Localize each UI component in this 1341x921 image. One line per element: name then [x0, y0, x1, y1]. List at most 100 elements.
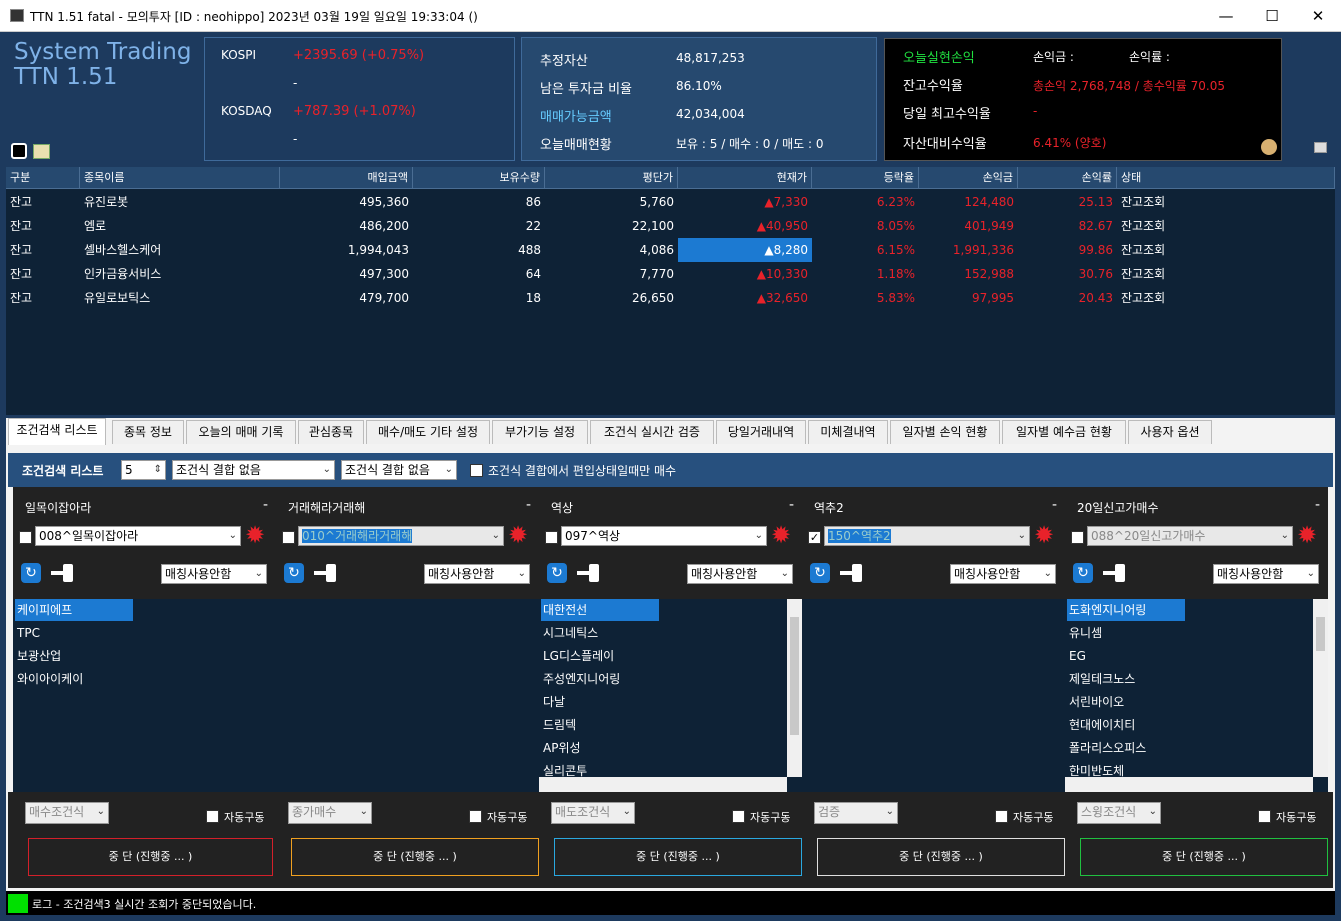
condition-checkbox[interactable]: [545, 531, 558, 544]
refresh-icon[interactable]: ↻: [810, 563, 830, 583]
tab-trade-log[interactable]: 오늘의 매매 기록: [186, 420, 296, 444]
table-row[interactable]: 잔고 유진로봇 495,360 86 5,760 ▲7,330 6.23% 124,480 25…: [6, 190, 1335, 214]
list-item[interactable]: 현대에이치티: [1067, 714, 1135, 736]
grid-header-cell[interactable]: 현재가: [678, 167, 812, 189]
matching-select[interactable]: 매칭사용안함 ⌄: [161, 564, 267, 584]
list-item[interactable]: 드림텍: [541, 714, 576, 736]
minimize-button[interactable]: —: [1203, 0, 1249, 32]
grid-header-cell[interactable]: 종목이름: [80, 167, 280, 189]
grid-header-cell[interactable]: 상태: [1117, 167, 1335, 189]
tab-condition-list[interactable]: 조건검색 리스트: [8, 418, 106, 445]
list-item[interactable]: 시그네틱스: [541, 622, 598, 644]
result-list[interactable]: [276, 599, 539, 792]
grid-header-cell[interactable]: 매입금액: [280, 167, 413, 189]
collapse-button[interactable]: -: [1052, 497, 1057, 513]
order-type-select[interactable]: 매도조건식 ⌄: [551, 802, 635, 824]
count-spinner[interactable]: 5 ⇕: [121, 460, 166, 480]
list-item[interactable]: 대한전선: [541, 599, 659, 621]
list-item[interactable]: 도화엔지니어링: [1067, 599, 1185, 621]
list-item[interactable]: 제일테크노스: [1067, 668, 1135, 690]
result-list[interactable]: 대한전선 시그네틱스 LG디스플레이 주성엔지니어링 다날 드림텍 AP위성 실리콘투: [539, 599, 802, 792]
refresh-icon[interactable]: ↻: [21, 563, 41, 583]
list-item[interactable]: 보광산업: [15, 645, 61, 667]
toggle-slider[interactable]: [1103, 564, 1127, 582]
horizontal-scrollbar[interactable]: [1065, 777, 1313, 792]
table-row[interactable]: 잔고 유일로보틱스 479,700 18 26,650 ▲32,650 5.83% 97,99…: [6, 286, 1335, 310]
matching-select[interactable]: 매칭사용안함 ⌄: [950, 564, 1056, 584]
print-icon[interactable]: [1314, 142, 1327, 153]
list-item[interactable]: 주성엔지니어링: [541, 668, 620, 690]
table-row[interactable]: 잔고 인카금융서비스 497,300 64 7,770 ▲10,330 1.18% 152,9…: [6, 262, 1335, 286]
tab-trade-settings[interactable]: 매수/매도 기타 설정: [366, 420, 490, 444]
settings-gear-icon[interactable]: ✹: [245, 523, 265, 547]
auto-run-checkbox[interactable]: [1258, 810, 1271, 823]
auto-run-checkbox[interactable]: [206, 810, 219, 823]
palette-icon[interactable]: [1261, 139, 1277, 155]
result-list[interactable]: [802, 599, 1065, 792]
list-item[interactable]: 폴라리스오피스: [1067, 737, 1146, 759]
tab-daily-trades[interactable]: 당일거래내역: [716, 420, 806, 444]
list-item[interactable]: 다날: [541, 691, 565, 713]
toggle-slider[interactable]: [577, 564, 601, 582]
list-item[interactable]: LG디스플레이: [541, 645, 614, 667]
tab-daily-deposit[interactable]: 일자별 예수금 현황: [1002, 420, 1126, 444]
result-list[interactable]: 케이피에프 TPC 보광산업 와이아이케이: [13, 599, 276, 792]
combine-select-2[interactable]: 조건식 결합 없음 ⌄: [341, 460, 457, 480]
tab-daily-pnl[interactable]: 일자별 손익 현황: [890, 420, 1000, 444]
toggle-slider[interactable]: [314, 564, 338, 582]
maximize-button[interactable]: ☐: [1249, 0, 1295, 32]
result-list[interactable]: 도화엔지니어링 유니셈 EG 제일테크노스 서린바이오 현대에이치티 폴라리스오피스 한미반도…: [1065, 599, 1328, 792]
screenshot-icon[interactable]: [11, 143, 27, 159]
vertical-scrollbar[interactable]: [1313, 599, 1328, 777]
grid-header-cell[interactable]: 손익금: [919, 167, 1018, 189]
list-item[interactable]: AP위성: [541, 737, 581, 759]
close-button[interactable]: ✕: [1295, 0, 1341, 32]
list-item[interactable]: 유니셈: [1067, 622, 1102, 644]
horizontal-scrollbar[interactable]: [539, 777, 787, 792]
edit-icon[interactable]: [33, 144, 50, 159]
settings-gear-icon[interactable]: ✹: [1034, 523, 1054, 547]
matching-select[interactable]: 매칭사용안함 ⌄: [687, 564, 793, 584]
grid-header-cell[interactable]: 구분: [6, 167, 80, 189]
stop-button[interactable]: 중 단 (진행중 ... ): [554, 838, 802, 876]
refresh-icon[interactable]: ↻: [1073, 563, 1093, 583]
matching-select[interactable]: 매칭사용안함 ⌄: [424, 564, 530, 584]
refresh-icon[interactable]: ↻: [284, 563, 304, 583]
order-type-select[interactable]: 종가매수 ⌄: [288, 802, 372, 824]
list-item[interactable]: 케이피에프: [15, 599, 133, 621]
condition-checkbox[interactable]: [1071, 531, 1084, 544]
settings-gear-icon[interactable]: ✹: [1297, 523, 1317, 547]
stop-button[interactable]: 중 단 (진행중 ... ): [817, 838, 1065, 876]
vertical-scrollbar[interactable]: [787, 599, 802, 777]
list-item[interactable]: TPC: [15, 622, 40, 644]
auto-run-checkbox[interactable]: [469, 810, 482, 823]
toggle-slider[interactable]: [840, 564, 864, 582]
tab-realtime-verify[interactable]: 조건식 실시간 검증: [590, 420, 714, 444]
stop-button[interactable]: 중 단 (진행중 ... ): [28, 838, 273, 876]
condition-select[interactable]: 097^역상 ⌄: [561, 526, 767, 546]
stop-button[interactable]: 중 단 (진행중 ... ): [1080, 838, 1328, 876]
condition-select[interactable]: 150^역추2 ⌄: [824, 526, 1030, 546]
combine-select-1[interactable]: 조건식 결합 없음 ⌄: [172, 460, 335, 480]
order-type-select[interactable]: 검증 ⌄: [814, 802, 898, 824]
condition-checkbox[interactable]: [19, 531, 32, 544]
tab-user-options[interactable]: 사용자 옵션: [1128, 420, 1212, 444]
tab-unfilled[interactable]: 미체결내역: [808, 420, 888, 444]
grid-header-cell[interactable]: 등락율: [812, 167, 919, 189]
list-item[interactable]: EG: [1067, 645, 1086, 667]
matching-select[interactable]: 매칭사용안함 ⌄: [1213, 564, 1319, 584]
condition-select[interactable]: 088^20일신고가매수 ⌄: [1087, 526, 1293, 546]
grid-header-cell[interactable]: 손익률: [1018, 167, 1117, 189]
tab-watchlist[interactable]: 관심종목: [298, 420, 364, 444]
auto-run-checkbox[interactable]: [995, 810, 1008, 823]
auto-run-checkbox[interactable]: [732, 810, 745, 823]
order-type-select[interactable]: 스윙조건식 ⌄: [1077, 802, 1161, 824]
list-item[interactable]: 와이아이케이: [15, 668, 83, 690]
condition-select[interactable]: 010^거래해라거래해 ⌄: [298, 526, 504, 546]
tab-extra-settings[interactable]: 부가기능 설정: [492, 420, 588, 444]
collapse-button[interactable]: -: [263, 497, 268, 513]
toggle-slider[interactable]: [51, 564, 75, 582]
only-included-checkbox[interactable]: [470, 464, 483, 477]
condition-select[interactable]: 008^일목이잡아라 ⌄: [35, 526, 241, 546]
table-row[interactable]: 잔고 셀바스헬스케어 1,994,043 488 4,086 ▲8,280 6.15% 1,9…: [6, 238, 1335, 262]
